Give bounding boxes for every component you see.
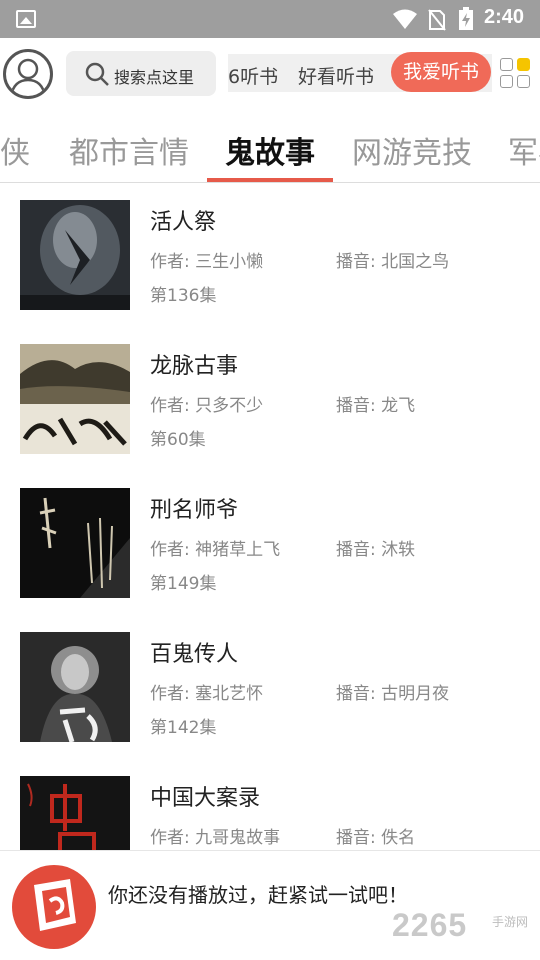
watermark-logo: 2265	[392, 907, 468, 943]
book-cover	[20, 344, 130, 454]
book-author: 作者: 只多不少	[150, 396, 264, 416]
quick-tab-6tingshu[interactable]: 6听书	[228, 62, 278, 89]
wifi-icon	[393, 9, 417, 29]
book-episodes: 第149集	[150, 574, 217, 594]
gallery-icon	[16, 10, 36, 28]
list-item[interactable]: 活人祭 作者: 三生小懒 播音: 北国之鸟 第136集	[0, 184, 540, 328]
quick-tab-haokan[interactable]: 好看听书	[298, 62, 374, 89]
battery-charging-icon	[459, 7, 473, 30]
avatar[interactable]	[3, 49, 53, 99]
player-logo[interactable]	[12, 865, 96, 949]
book-cover	[20, 632, 130, 742]
book-author: 作者: 神猪草上飞	[150, 540, 281, 560]
search-icon	[85, 62, 109, 86]
book-episodes: 第60集	[150, 430, 206, 450]
tab-wuxia[interactable]: 武侠	[0, 128, 30, 172]
book-cover	[20, 776, 130, 850]
player-empty-message: 你还没有播放过，赶紧试一试吧！	[108, 883, 408, 907]
book-player-icon	[34, 879, 76, 931]
book-narrator: 播音: 龙飞	[336, 396, 416, 416]
user-icon	[9, 58, 47, 96]
book-author: 作者: 三生小懒	[150, 252, 264, 272]
status-bar: 2:40	[0, 0, 540, 38]
book-episodes: 第136集	[150, 286, 217, 306]
quick-tab-woai[interactable]: 我爱听书	[391, 52, 491, 92]
book-narrator: 播音: 佚名	[336, 828, 416, 848]
book-author: 作者: 九哥鬼故事	[150, 828, 281, 848]
book-cover	[20, 200, 130, 310]
book-title: 刑名师爷	[150, 498, 239, 523]
book-cover	[20, 488, 130, 598]
book-title: 中国大案录	[150, 786, 261, 811]
book-title: 百鬼传人	[150, 642, 239, 667]
tab-gui-gushi[interactable]: 鬼故事	[225, 128, 315, 172]
search-box[interactable]: 搜索点这里	[66, 51, 216, 96]
book-list: 活人祭 作者: 三生小懒 播音: 北国之鸟 第136集 龙脉古事 作者: 只多不…	[0, 184, 540, 850]
book-author: 作者: 塞北艺怀	[150, 684, 264, 704]
list-item[interactable]: 百鬼传人 作者: 塞北艺怀 播音: 古明月夜 第142集	[0, 616, 540, 760]
status-time: 2:40	[484, 6, 525, 28]
tab-junshi[interactable]: 军事	[508, 128, 540, 172]
no-sim-icon	[428, 9, 446, 31]
list-item[interactable]: 中国大案录 作者: 九哥鬼故事 播音: 佚名	[0, 760, 540, 850]
book-narrator: 播音: 北国之鸟	[336, 252, 450, 272]
tab-wangyou-jingji[interactable]: 网游竞技	[352, 128, 472, 172]
book-title: 活人祭	[150, 210, 217, 235]
tab-dushi-yanqing[interactable]: 都市言情	[69, 128, 189, 172]
active-tab-underline	[207, 178, 333, 182]
book-episodes: 第142集	[150, 718, 217, 738]
quick-tabs: 6听书 好看听书 我爱听书	[228, 52, 492, 92]
book-narrator: 播音: 古明月夜	[336, 684, 450, 704]
category-tabs: 武侠 都市言情 鬼故事 网游竞技 军事	[0, 112, 540, 183]
search-placeholder: 搜索点这里	[114, 68, 195, 87]
list-item[interactable]: 刑名师爷 作者: 神猪草上飞 播音: 沐轶 第149集	[0, 472, 540, 616]
book-narrator: 播音: 沐轶	[336, 540, 416, 560]
book-title: 龙脉古事	[150, 354, 239, 379]
player-bar[interactable]: 你还没有播放过，赶紧试一试吧！ 2265 手游网	[0, 850, 540, 960]
watermark-sub: 手游网	[492, 915, 529, 929]
list-item[interactable]: 龙脉古事 作者: 只多不少 播音: 龙飞 第60集	[0, 328, 540, 472]
header: 搜索点这里 6听书 好看听书 我爱听书	[0, 38, 540, 112]
grid-menu-icon[interactable]	[500, 58, 532, 90]
